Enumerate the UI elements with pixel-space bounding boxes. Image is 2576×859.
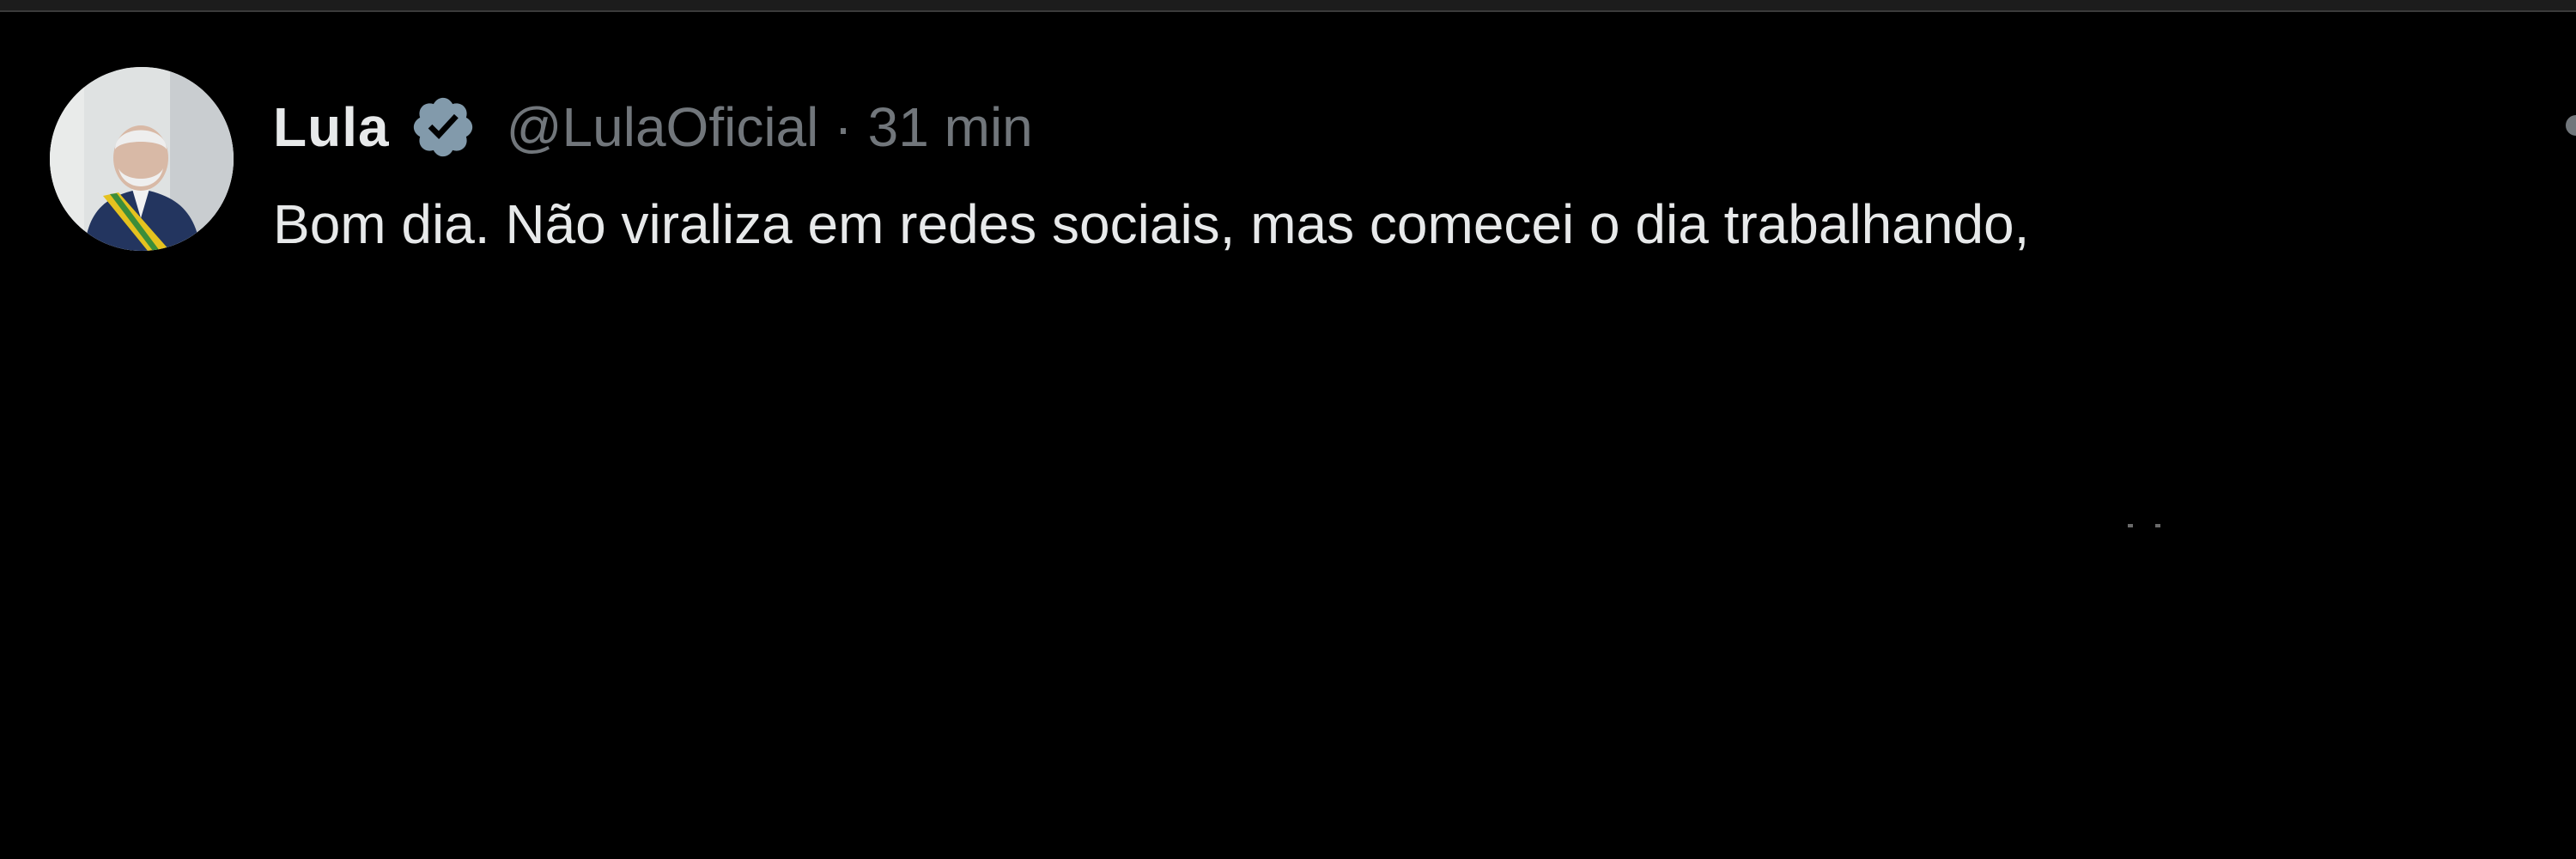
display-name[interactable]: Lula bbox=[273, 95, 390, 159]
timestamp[interactable]: 31 min bbox=[868, 95, 1033, 159]
tweet-text: Bom dia. Não viraliza em redes sociais, … bbox=[273, 193, 2030, 255]
tweet-header: Lula @LulaOficial · 31 min bbox=[273, 84, 1033, 170]
top-divider bbox=[0, 0, 2576, 12]
artifact-speck bbox=[2128, 524, 2133, 527]
verified-badge-icon bbox=[409, 93, 477, 161]
tweet-card[interactable]: Lula @LulaOficial · 31 min Bom dia. Não … bbox=[0, 12, 2576, 859]
separator-dot: · bbox=[834, 96, 853, 158]
more-options-icon[interactable] bbox=[2566, 115, 2576, 136]
avatar[interactable] bbox=[50, 67, 234, 251]
artifact-speck bbox=[2155, 524, 2160, 527]
user-handle[interactable]: @LulaOficial bbox=[507, 95, 819, 159]
profile-avatar-icon bbox=[50, 67, 234, 251]
